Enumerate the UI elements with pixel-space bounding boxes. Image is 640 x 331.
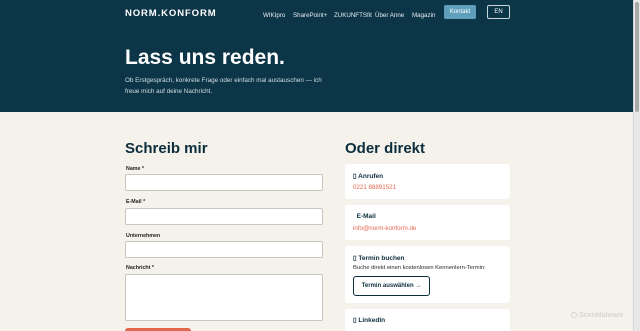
booking-title: ▯ Termin buchen xyxy=(353,254,405,262)
calendar-icon: ▯ xyxy=(353,255,357,262)
name-field[interactable] xyxy=(125,174,323,191)
language-button[interactable]: EN xyxy=(487,5,510,19)
contact-button[interactable]: Kontakt xyxy=(444,5,476,19)
linkedin-title[interactable]: ▯ LinkedIn xyxy=(353,316,385,324)
nav-link-zukunftsfit[interactable]: ZUKUNFTSfit xyxy=(334,12,372,19)
call-title: ▯ Anrufen xyxy=(353,172,383,180)
watermark: ScanMalware xyxy=(571,312,623,319)
company-field[interactable] xyxy=(125,241,323,258)
email-label: E-Mail * xyxy=(126,199,146,205)
form-title: Schreib mir xyxy=(125,140,208,157)
mail-card: E-Mail info@norm-konform.de xyxy=(345,205,510,240)
linkedin-card: ▯ LinkedIn xyxy=(345,309,510,331)
watermark-text: ScanMalware xyxy=(579,312,624,319)
logo[interactable]: NORM.KONFORM xyxy=(125,8,217,19)
mail-title: E-Mail xyxy=(353,213,376,220)
linkedin-title-text: LinkedIn xyxy=(358,317,386,324)
email-link[interactable]: info@norm-konform.de xyxy=(353,225,416,232)
direct-contact-title: Oder direkt xyxy=(345,140,426,157)
booking-card: ▯ Termin buchen Buche direkt einen koste… xyxy=(345,246,510,303)
mail-icon xyxy=(353,213,355,220)
message-field[interactable] xyxy=(125,274,323,321)
nav-link-wikipro[interactable]: WIKIpro xyxy=(263,12,285,19)
phone-link[interactable]: 0221 88891521 xyxy=(353,184,396,191)
page-title: Lass uns reden. xyxy=(125,46,285,69)
hero-subtitle: Ob Erstgespräch, konkrete Frage oder ein… xyxy=(125,77,322,95)
scanmalware-icon xyxy=(571,312,577,318)
mail-title-text: E-Mail xyxy=(356,213,376,220)
booking-text: Buche direkt einen kostenlosen Kennenler… xyxy=(353,265,486,271)
book-appointment-button[interactable]: Termin auswählen → xyxy=(353,276,430,296)
nav-link-sharepoint[interactable]: SharePoint+ xyxy=(293,12,327,19)
name-label: Name * xyxy=(126,166,144,172)
call-title-text: Anrufen xyxy=(358,173,384,180)
message-label: Nachricht * xyxy=(126,265,154,271)
email-field[interactable] xyxy=(125,208,323,225)
booking-title-text: Termin buchen xyxy=(358,255,405,262)
scrollbar-thumb[interactable] xyxy=(635,2,639,112)
phone-icon: ▯ xyxy=(353,173,357,180)
nav-link-ueber-anne[interactable]: Über Anne xyxy=(375,12,404,19)
company-label: Unternehmen xyxy=(126,233,161,239)
linkedin-icon: ▯ xyxy=(353,317,357,324)
scrollbar[interactable] xyxy=(633,0,640,331)
call-card: ▯ Anrufen 0221 88891521 xyxy=(345,164,510,199)
nav-link-magazin[interactable]: Magazin xyxy=(412,12,435,19)
